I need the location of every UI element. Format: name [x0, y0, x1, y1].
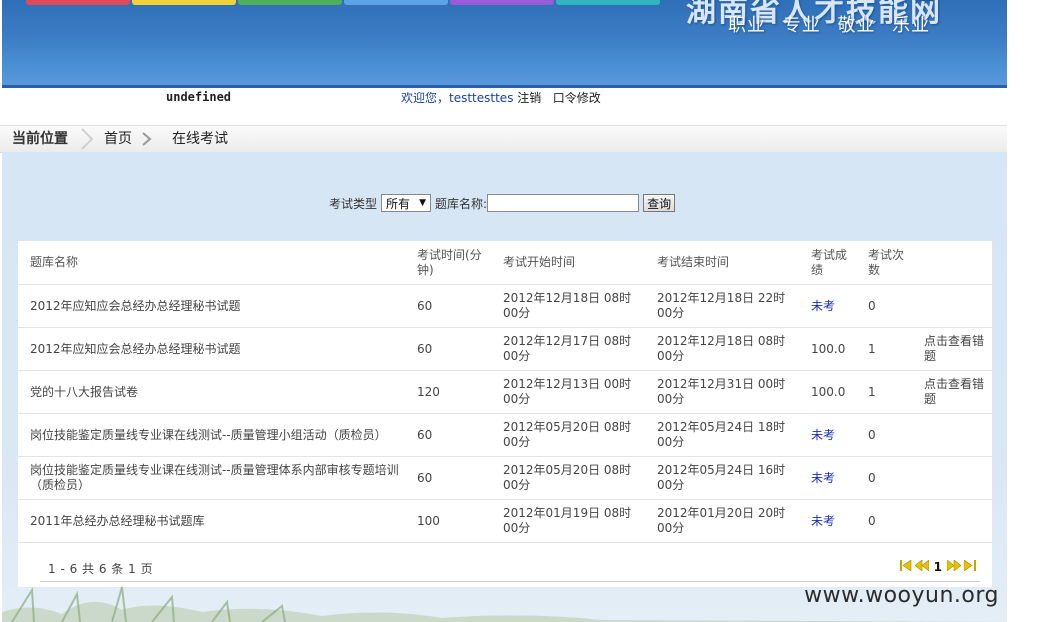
breadcrumb-current: 在线考试	[172, 131, 228, 147]
watermark: www.wooyun.org	[804, 583, 999, 608]
take-exam-link[interactable]: 未考	[799, 413, 856, 457]
exam-name-cell: 岗位技能鉴定质量线专业课在线测试--质量管理体系内部审核专题培训（质检员）	[18, 456, 405, 500]
exam-type-value: 所有	[386, 196, 411, 211]
column-header: 考试开始时间	[491, 241, 645, 285]
exam-table: 题库名称 考试时间(分钟) 考试开始时间 考试结束时间 考试成绩 考试次数 20…	[18, 241, 992, 543]
action-cell	[912, 499, 992, 543]
duration-cell: 100	[405, 499, 491, 543]
column-header	[912, 241, 992, 285]
bank-name-label: 题库名称:	[435, 196, 488, 211]
breadcrumb-label: 当前位置	[12, 131, 68, 147]
take-exam-link[interactable]: 未考	[799, 284, 856, 328]
action-cell	[912, 284, 992, 328]
exam-name-cell: 2012年应知应会总经办总经理秘书试题	[18, 327, 405, 371]
start-time-cell: 2012年01月19日 08时00分	[491, 499, 645, 543]
exam-name-cell: 2011年总经办总经理秘书试题库	[18, 499, 405, 543]
table-row: 岗位技能鉴定质量线专业课在线测试--质量管理体系内部审核专题培训（质检员） 60…	[18, 456, 992, 500]
end-time-cell: 2012年05月24日 16时00分	[645, 456, 799, 500]
start-time-cell: 2012年05月20日 08时00分	[491, 413, 645, 457]
attempts-cell: 0	[856, 456, 912, 500]
end-time-cell: 2012年12月31日 00时00分	[645, 370, 799, 414]
take-exam-link[interactable]: 未考	[799, 456, 856, 500]
pagination-summary: 1 - 6 共 6 条 1 页	[48, 562, 154, 576]
table-row: 2012年应知应会总经办总经理秘书试题 60 2012年12月18日 08时00…	[18, 284, 992, 328]
first-page-icon[interactable]	[899, 559, 912, 574]
start-time-cell: 2012年05月20日 08时00分	[491, 456, 645, 500]
nav-tab[interactable]	[450, 0, 554, 5]
next-page-icon[interactable]	[946, 559, 962, 574]
column-header: 考试时间(分钟)	[405, 241, 491, 285]
attempts-cell: 0	[856, 284, 912, 328]
exam-list-panel: 题库名称 考试时间(分钟) 考试开始时间 考试结束时间 考试成绩 考试次数 20…	[18, 241, 992, 587]
breadcrumb-home[interactable]: 首页	[104, 126, 132, 152]
attempts-cell: 0	[856, 413, 912, 457]
table-row: 党的十八大报告试卷 120 2012年12月13日 00时00分 2012年12…	[18, 370, 992, 414]
attempts-cell: 0	[856, 499, 912, 543]
current-page-number[interactable]: 1	[934, 560, 942, 574]
prev-page-icon[interactable]	[914, 559, 929, 574]
duration-cell: 60	[405, 456, 491, 500]
view-wrong-answers-link[interactable]: 点击查看错题	[912, 327, 992, 371]
pagination: 1 - 6 共 6 条 1 页 1	[18, 553, 992, 582]
bank-name-input[interactable]	[487, 194, 640, 212]
nav-tab[interactable]	[238, 0, 342, 5]
nav-tab[interactable]	[344, 0, 448, 5]
start-time-cell: 2012年12月18日 08时00分	[491, 284, 645, 328]
pagination-nav: 1	[899, 559, 976, 574]
exam-type-label: 考试类型	[329, 196, 378, 211]
site-slogan: 职业 专业 敬业 乐业	[728, 15, 931, 36]
attempts-cell: 1	[856, 370, 912, 414]
duration-cell: 60	[405, 327, 491, 371]
last-page-icon[interactable]	[963, 559, 976, 574]
table-row: 2011年总经办总经理秘书试题库 100 2012年01月19日 08时00分 …	[18, 499, 992, 543]
welcome-prefix: 欢迎您，	[401, 91, 450, 105]
header-banner: 湖南省人才技能网 职业 专业 敬业 乐业	[2, 0, 1007, 88]
column-header: 考试次数	[856, 241, 912, 285]
score-cell: 100.0	[799, 370, 856, 414]
action-cell	[912, 456, 992, 500]
table-header-row: 题库名称 考试时间(分钟) 考试开始时间 考试结束时间 考试成绩 考试次数	[18, 241, 992, 285]
main-content: 考试类型 所有 ▼ 题库名称: 查询 题库名称 考试时间(分钟) 考试开始时间 …	[2, 152, 1007, 622]
table-row: 岗位技能鉴定质量线专业课在线测试--质量管理小组活动（质检员） 60 2012年…	[18, 413, 992, 457]
search-form: 考试类型 所有 ▼ 题库名称: 查询	[329, 194, 676, 212]
username-link[interactable]: testtesttes	[449, 91, 513, 105]
column-header: 考试成绩	[799, 241, 856, 285]
nav-tab[interactable]	[26, 0, 130, 5]
logout-link[interactable]: 注销	[517, 91, 541, 105]
end-time-cell: 2012年12月18日 08时00分	[645, 327, 799, 371]
column-header: 题库名称	[18, 241, 405, 285]
column-header: 考试结束时间	[645, 241, 799, 285]
exam-name-cell: 岗位技能鉴定质量线专业课在线测试--质量管理小组活动（质检员）	[18, 413, 405, 457]
breadcrumb: 当前位置 首页 在线考试	[0, 125, 1007, 153]
view-wrong-answers-link[interactable]: 点击查看错题	[912, 370, 992, 414]
end-time-cell: 2012年01月20日 20时00分	[645, 499, 799, 543]
change-password-link[interactable]: 口令修改	[553, 91, 601, 105]
exam-name-cell: 2012年应知应会总经办总经理秘书试题	[18, 284, 405, 328]
duration-cell: 60	[405, 284, 491, 328]
table-row: 2012年应知应会总经办总经理秘书试题 60 2012年12月17日 08时00…	[18, 327, 992, 371]
end-time-cell: 2012年05月24日 18时00分	[645, 413, 799, 457]
end-time-cell: 2012年12月18日 22时00分	[645, 284, 799, 328]
search-button[interactable]: 查询	[643, 194, 676, 212]
chevron-down-icon: ▼	[419, 198, 427, 208]
exam-type-select[interactable]: 所有 ▼	[381, 194, 432, 212]
top-nav	[26, 0, 660, 5]
duration-cell: 60	[405, 413, 491, 457]
welcome-message: 欢迎您，testtesttes 注销 口令修改	[401, 89, 601, 106]
nav-tab[interactable]	[132, 0, 236, 5]
user-info-bar: undefined 欢迎您，testtesttes 注销 口令修改	[0, 88, 1007, 110]
exam-name-cell: 党的十八大报告试卷	[18, 370, 405, 414]
take-exam-link[interactable]: 未考	[799, 499, 856, 543]
nav-tab[interactable]	[556, 0, 660, 5]
start-time-cell: 2012年12月13日 00时00分	[491, 370, 645, 414]
score-cell: 100.0	[799, 327, 856, 371]
duration-cell: 120	[405, 370, 491, 414]
action-cell	[912, 413, 992, 457]
undefined-text: undefined	[166, 90, 232, 104]
start-time-cell: 2012年12月17日 08时00分	[491, 327, 645, 371]
attempts-cell: 1	[856, 327, 912, 371]
